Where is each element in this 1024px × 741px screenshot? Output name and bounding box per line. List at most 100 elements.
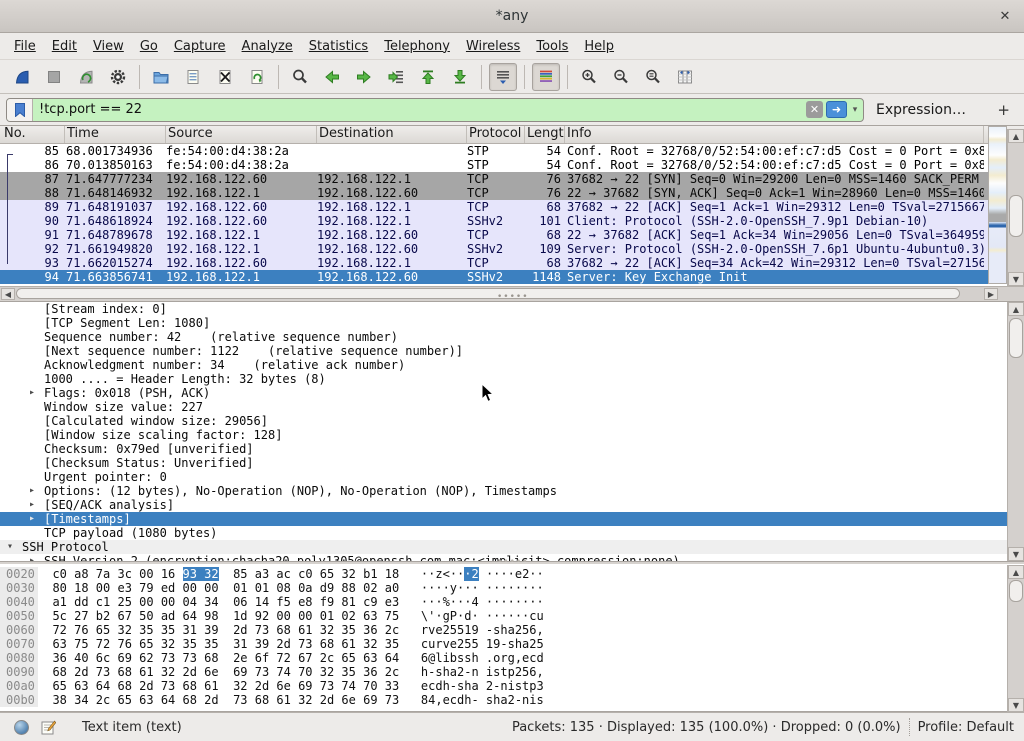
menu-help[interactable]: Help	[576, 35, 622, 58]
column-header-time[interactable]: Time	[65, 126, 166, 143]
expression-button[interactable]: Expression…	[876, 102, 966, 118]
detail-row[interactable]: ▸[Timestamps]	[0, 512, 1024, 526]
detail-row[interactable]: [Window size scaling factor: 128]	[0, 428, 1024, 442]
scroll-thumb[interactable]	[1009, 580, 1023, 602]
hex-row-00a0[interactable]: 00a0 65 63 64 68 2d 73 68 61 32 2d 6e 69…	[0, 679, 1024, 693]
menu-analyze[interactable]: Analyze	[234, 35, 301, 58]
scroll-up-button[interactable]: ▲	[1008, 565, 1024, 579]
detail-row[interactable]: Sequence number: 42 (relative sequence n…	[0, 330, 1024, 344]
expand-arrow-icon[interactable]: ▸	[29, 498, 35, 512]
detail-row[interactable]: [Stream index: 0]	[0, 302, 1024, 316]
find-packet-button[interactable]	[286, 63, 314, 91]
filter-clear-button[interactable]: ✕	[806, 101, 823, 118]
hex-bytes[interactable]: 80 18 00 e3 79 ed 00 00 01 01 08 0a d9 8…	[38, 581, 399, 595]
packet-row-92[interactable]: 9271.661949820192.168.122.1192.168.122.6…	[0, 242, 1024, 256]
hex-bytes[interactable]: 5c 27 b2 67 50 ad 64 98 1d 92 00 00 01 0…	[38, 609, 399, 623]
hex-bytes[interactable]: 72 76 65 32 35 35 31 39 2d 73 68 61 32 3…	[38, 623, 399, 637]
scroll-thumb[interactable]	[1009, 195, 1023, 237]
detail-row[interactable]: Checksum: 0x79ed [unverified]	[0, 442, 1024, 456]
detail-row[interactable]: Urgent pointer: 0	[0, 470, 1024, 484]
menu-view[interactable]: View	[85, 35, 132, 58]
hex-row-0070[interactable]: 0070 63 75 72 76 65 32 35 35 31 39 2d 73…	[0, 637, 1024, 651]
hex-bytes[interactable]: a1 dd c1 25 00 00 04 34 06 14 f5 e8 f9 8…	[38, 595, 399, 609]
hex-ascii[interactable]: ecdh-sha 2-nistp3	[399, 679, 544, 693]
intelligent-scrollbar-minimap[interactable]	[988, 126, 1007, 284]
go-back-button[interactable]	[318, 63, 346, 91]
expand-arrow-icon[interactable]: ▸	[29, 386, 35, 400]
scroll-thumb[interactable]	[16, 288, 960, 299]
column-header-destination[interactable]: Destination	[317, 126, 467, 143]
packet-list-vscrollbar[interactable]: ▲ ▼	[1007, 129, 1024, 286]
save-file-button[interactable]	[179, 63, 207, 91]
filter-history-dropdown[interactable]: ▾	[849, 105, 861, 115]
open-file-button[interactable]	[147, 63, 175, 91]
hex-ascii[interactable]: curve255 19-sha25	[399, 637, 544, 651]
column-header-source[interactable]: Source	[166, 126, 317, 143]
hex-bytes[interactable]: 38 34 2c 65 63 64 68 2d 73 68 61 32 2d 6…	[38, 693, 399, 707]
column-header-no[interactable]: No.	[0, 126, 65, 143]
zoom-in-button[interactable]	[575, 63, 603, 91]
detail-row[interactable]: [Next sequence number: 1122 (relative se…	[0, 344, 1024, 358]
menu-capture[interactable]: Capture	[166, 35, 234, 58]
menu-telephony[interactable]: Telephony	[376, 35, 458, 58]
hex-ascii[interactable]: 84,ecdh- sha2-nis	[399, 693, 544, 707]
hex-row-0020[interactable]: 0020 c0 a8 7a 3c 00 16 93 32 85 a3 ac c0…	[0, 567, 1024, 581]
hex-row-0040[interactable]: 0040 a1 dd c1 25 00 00 04 34 06 14 f5 e8…	[0, 595, 1024, 609]
hex-bytes[interactable]: c0 a8 7a 3c 00 16 93 32 85 a3 ac c0 65 3…	[38, 567, 399, 581]
packet-row-91[interactable]: 9171.648789678192.168.122.1192.168.122.6…	[0, 228, 1024, 242]
details-vscrollbar[interactable]: ▲ ▼	[1007, 302, 1024, 561]
bytes-vscrollbar[interactable]: ▲ ▼	[1007, 565, 1024, 712]
hex-ascii[interactable]: 6@libssh .org,ecd	[399, 651, 544, 665]
scroll-left-button[interactable]: ◀	[1, 288, 15, 300]
hex-bytes[interactable]: 65 63 64 68 2d 73 68 61 32 2d 6e 69 73 7…	[38, 679, 399, 693]
profile-button[interactable]: Profile: Default	[918, 720, 1014, 735]
go-to-packet-button[interactable]	[382, 63, 410, 91]
detail-row[interactable]: [TCP Segment Len: 1080]	[0, 316, 1024, 330]
packet-row-89[interactable]: 8971.648191037192.168.122.60192.168.122.…	[0, 200, 1024, 214]
expand-arrow-icon[interactable]: ▸	[29, 512, 35, 526]
menu-wireless[interactable]: Wireless	[458, 35, 528, 58]
colorize-button[interactable]	[532, 63, 560, 91]
go-first-button[interactable]	[414, 63, 442, 91]
packet-row-90[interactable]: 9071.648618924192.168.122.60192.168.122.…	[0, 214, 1024, 228]
hex-row-0060[interactable]: 0060 72 76 65 32 35 35 31 39 2d 73 68 61…	[0, 623, 1024, 637]
hex-row-0030[interactable]: 0030 80 18 00 e3 79 ed 00 00 01 01 08 0a…	[0, 581, 1024, 595]
column-header-protocol[interactable]: Protocol	[467, 126, 525, 143]
hex-ascii[interactable]: ····y··· ········	[399, 581, 544, 595]
detail-row[interactable]: [Checksum Status: Unverified]	[0, 456, 1024, 470]
hex-bytes[interactable]: 36 40 6c 69 62 73 73 68 2e 6f 72 67 2c 6…	[38, 651, 399, 665]
pane-splitter-grip[interactable]: •••••	[497, 295, 527, 299]
menu-statistics[interactable]: Statistics	[301, 35, 376, 58]
detail-row[interactable]: Window size value: 227	[0, 400, 1024, 414]
detail-row[interactable]: [Calculated window size: 29056]	[0, 414, 1024, 428]
go-forward-button[interactable]	[350, 63, 378, 91]
scroll-down-button[interactable]: ▼	[1008, 272, 1024, 286]
detail-row[interactable]: ▸Options: (12 bytes), No-Operation (NOP)…	[0, 484, 1024, 498]
packet-row-86[interactable]: 8670.013850163fe:54:00:d4:38:2aSTP54Conf…	[0, 158, 1024, 172]
detail-row[interactable]: 1000 .... = Header Length: 32 bytes (8)	[0, 372, 1024, 386]
start-capture-button[interactable]	[8, 63, 36, 91]
packet-row-88[interactable]: 8871.648146932192.168.122.1192.168.122.6…	[0, 186, 1024, 200]
column-header-length[interactable]: Length	[525, 126, 565, 143]
zoom-reset-button[interactable]	[639, 63, 667, 91]
packet-row-94[interactable]: 9471.663856741192.168.122.1192.168.122.6…	[0, 270, 1024, 284]
close-button[interactable]: ✕	[996, 8, 1014, 26]
hex-row-00b0[interactable]: 00b0 38 34 2c 65 63 64 68 2d 73 68 61 32…	[0, 693, 1024, 707]
menu-tools[interactable]: Tools	[528, 35, 576, 58]
scroll-down-button[interactable]: ▼	[1008, 547, 1024, 561]
scroll-down-button[interactable]: ▼	[1008, 698, 1024, 712]
scroll-up-button[interactable]: ▲	[1008, 302, 1024, 316]
hex-ascii[interactable]: ···%···4 ········	[399, 595, 544, 609]
detail-row[interactable]: ▾SSH Protocol	[0, 540, 1024, 554]
capture-options-button[interactable]	[104, 63, 132, 91]
reload-file-button[interactable]	[243, 63, 271, 91]
expand-arrow-icon[interactable]: ▸	[29, 484, 35, 498]
menu-file[interactable]: File	[6, 35, 44, 58]
scroll-right-button[interactable]: ▶	[984, 288, 998, 300]
hex-bytes[interactable]: 68 2d 73 68 61 32 2d 6e 69 73 74 70 32 3…	[38, 665, 399, 679]
detail-row[interactable]: Acknowledgment number: 34 (relative ack …	[0, 358, 1024, 372]
stop-capture-button[interactable]	[40, 63, 68, 91]
hex-bytes[interactable]: 63 75 72 76 65 32 35 35 31 39 2d 73 68 6…	[38, 637, 399, 651]
hex-ascii[interactable]: \'·gP·d· ······cu	[399, 609, 544, 623]
capture-comment-icon[interactable]	[41, 720, 56, 735]
